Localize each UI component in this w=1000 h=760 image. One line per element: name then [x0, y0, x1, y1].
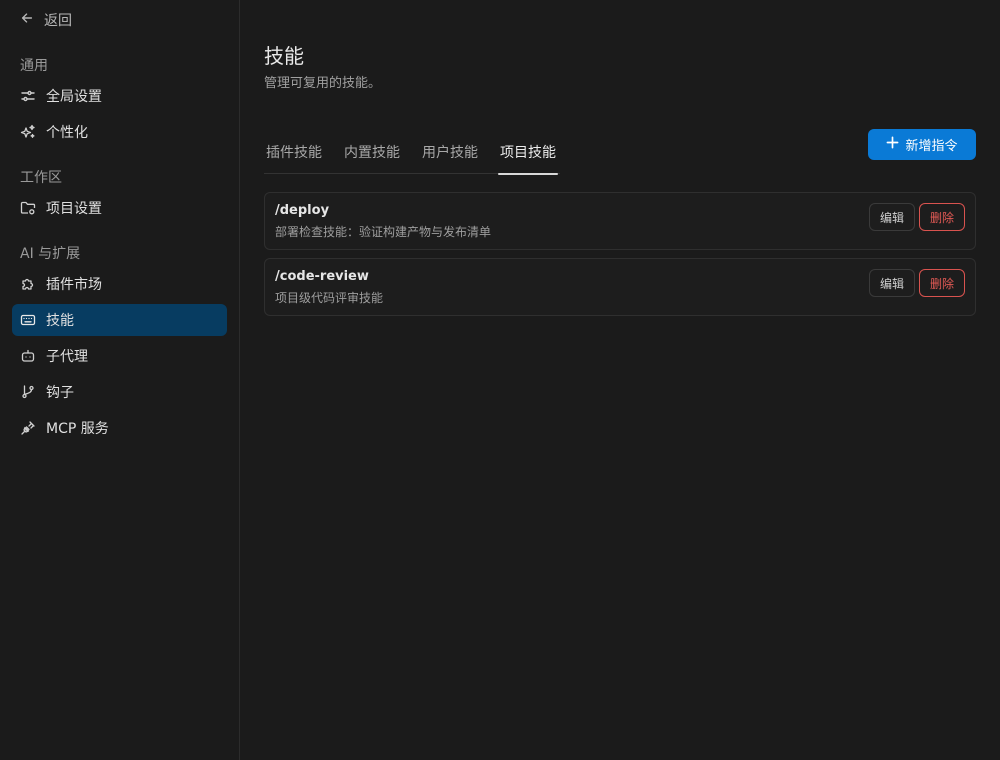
skill-card: /code-review 项目级代码评审技能 编辑 删除 [264, 258, 976, 316]
keyboard-icon [20, 312, 36, 328]
section-title-workspace: 工作区 [20, 170, 62, 186]
sidebar-item-label: 子代理 [46, 349, 88, 365]
sidebar-item-label: 个性化 [46, 125, 88, 141]
page-title: 技能 [264, 44, 304, 68]
sidebar-item-label: 钩子 [46, 385, 74, 401]
add-command-label: 新增指令 [905, 139, 958, 154]
back-button[interactable]: 返回 [20, 10, 72, 30]
edit-button[interactable]: 编辑 [869, 203, 915, 231]
skill-name: /deploy [275, 203, 330, 218]
arrow-left-icon [20, 11, 34, 29]
back-label: 返回 [44, 13, 72, 29]
delete-button[interactable]: 删除 [919, 269, 965, 297]
skill-name: /code-review [275, 269, 369, 284]
skill-tabs: 插件技能 内置技能 用户技能 项目技能 [264, 130, 560, 175]
tab-project-skills[interactable]: 项目技能 [498, 130, 558, 175]
main-content: 技能 管理可复用的技能。 插件技能 内置技能 用户技能 项目技能 新增指令 /d… [240, 0, 1000, 760]
sidebar: 返回 通用 全局设置 个性化 工作区 项目设置 AI 与扩展 插件市场 技能 子… [0, 0, 240, 760]
folder-settings-icon [20, 200, 36, 216]
sidebar-item-label: 全局设置 [46, 89, 102, 105]
add-command-button[interactable]: 新增指令 [868, 129, 976, 160]
sidebar-item-global-settings[interactable]: 全局设置 [12, 80, 227, 112]
sliders-icon [20, 88, 36, 104]
app-window: 返回 通用 全局设置 个性化 工作区 项目设置 AI 与扩展 插件市场 技能 子… [0, 0, 1000, 760]
edit-button[interactable]: 编辑 [869, 269, 915, 297]
git-branch-icon [20, 384, 36, 400]
plus-icon [886, 136, 899, 153]
sidebar-item-project-settings[interactable]: 项目设置 [12, 192, 227, 224]
skill-description: 部署检查技能：验证构建产物与发布清单 [275, 225, 492, 239]
tab-builtin-skills[interactable]: 内置技能 [342, 130, 402, 174]
sidebar-item-label: 项目设置 [46, 201, 102, 217]
page-subtitle: 管理可复用的技能。 [264, 76, 382, 91]
sidebar-item-mcp-service[interactable]: MCP 服务 [12, 412, 227, 444]
tab-plugin-skills[interactable]: 插件技能 [264, 130, 324, 174]
sidebar-item-skills[interactable]: 技能 [12, 304, 227, 336]
sidebar-item-label: MCP 服务 [46, 421, 109, 437]
tab-user-skills[interactable]: 用户技能 [420, 130, 480, 174]
sidebar-item-label: 插件市场 [46, 277, 102, 293]
plug-icon [20, 420, 36, 436]
puzzle-icon [20, 276, 36, 292]
section-title-ai-extensions: AI 与扩展 [20, 246, 81, 262]
sidebar-item-hooks[interactable]: 钩子 [12, 376, 227, 408]
skill-description: 项目级代码评审技能 [275, 291, 384, 305]
bot-icon [20, 348, 36, 364]
section-title-general: 通用 [20, 58, 48, 74]
sidebar-item-plugin-market[interactable]: 插件市场 [12, 268, 227, 300]
sparkle-icon [20, 124, 36, 140]
sidebar-item-personalization[interactable]: 个性化 [12, 116, 227, 148]
sidebar-item-label: 技能 [46, 313, 74, 329]
delete-button[interactable]: 删除 [919, 203, 965, 231]
sidebar-item-subagents[interactable]: 子代理 [12, 340, 227, 372]
skill-card: /deploy 部署检查技能：验证构建产物与发布清单 编辑 删除 [264, 192, 976, 250]
